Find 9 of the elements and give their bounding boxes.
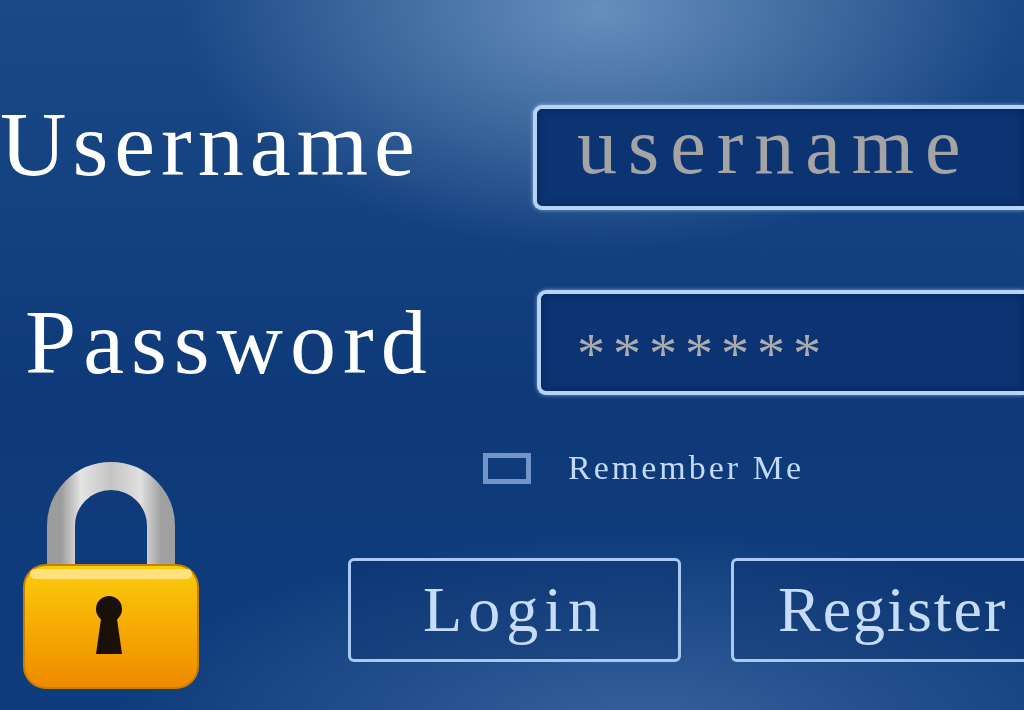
field-label: Username (0, 104, 422, 197)
input-field[interactable]: ******* (537, 290, 1024, 395)
register-button[interactable]: Register (731, 558, 1024, 662)
login-button[interactable]: Login (348, 558, 681, 662)
field-label: Password (24, 303, 435, 382)
padlock-icon (22, 462, 200, 690)
input-field[interactable]: username (533, 105, 1024, 210)
remember-me-label: Remember Me (568, 449, 804, 487)
checkbox[interactable] (483, 452, 531, 484)
